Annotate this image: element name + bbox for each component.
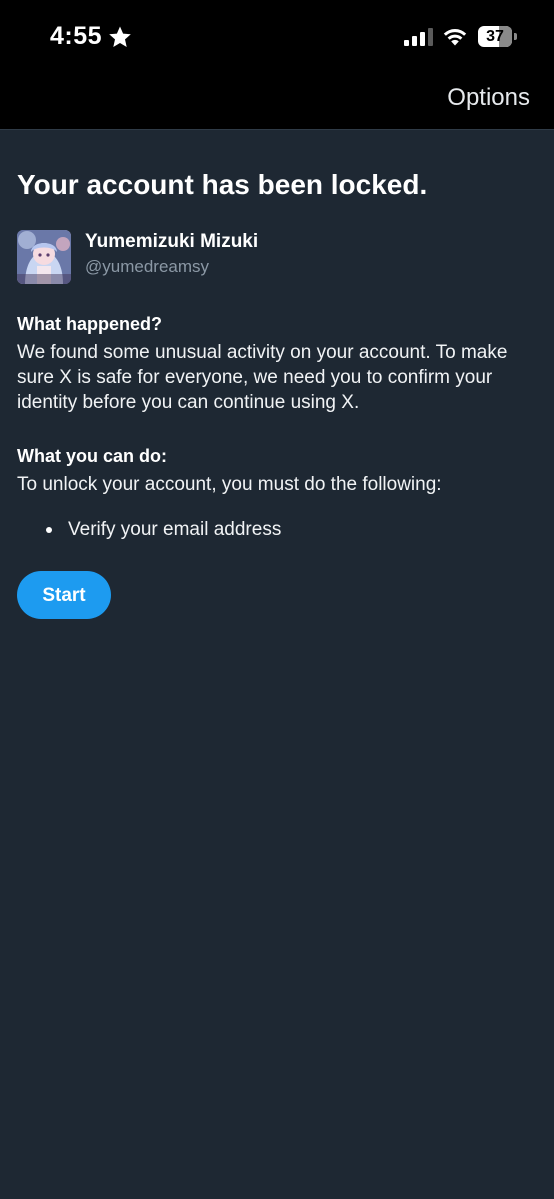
main-content: Your account has been locked. Yumemizuki… [17,130,537,619]
bullet-dot [46,527,52,533]
user-handle: @yumedreamsy [85,257,210,276]
wifi-icon [443,29,467,46]
what-happened-heading: What happened? [17,314,162,334]
what-you-can-do-heading: What you can do: [17,446,167,466]
what-happened-body: We found some unusual activity on your a… [17,342,508,413]
avatar [17,230,71,284]
steps-list: Verify your email address [17,517,537,542]
what-you-can-do-body: To unlock your account, you must do the … [17,474,442,495]
profile-card: Yumemizuki Mizuki @yumedreamsy [17,230,537,284]
list-item: Verify your email address [17,517,537,542]
status-bar: 4:55 37 [0,0,554,76]
status-time: 4:55 [50,22,103,50]
star-icon [109,26,131,47]
page-title: Your account has been locked. [17,169,428,200]
battery-icon: 37 [478,26,518,47]
top-bar: Options [0,76,554,130]
start-button[interactable]: Start [17,571,111,619]
step-label: Verify your email address [68,519,282,540]
battery-level: 37 [486,28,504,45]
signal-icon [404,28,433,46]
options-button[interactable]: Options [447,84,530,112]
avatar-image [17,230,71,284]
display-name: Yumemizuki Mizuki [85,231,259,252]
